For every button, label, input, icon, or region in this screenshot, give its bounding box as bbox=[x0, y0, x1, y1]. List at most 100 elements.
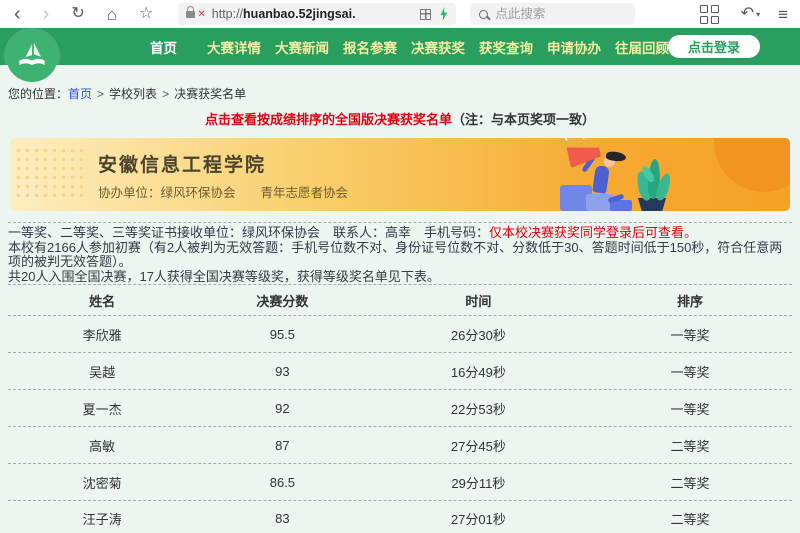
national-ranking-note: （注：与本页奖项一致） bbox=[452, 112, 595, 127]
breadcrumb: 您的位置：首页 > 学校列表 > 决赛获奖名单 bbox=[0, 65, 800, 102]
undo-icon[interactable]: ↶ bbox=[741, 6, 754, 22]
breadcrumb-separator: > bbox=[97, 87, 104, 101]
header-name: 姓名 bbox=[8, 291, 196, 310]
cell-time: 27分01秒 bbox=[369, 509, 589, 528]
school-name-title: 安徽信息工程学院 bbox=[98, 150, 266, 177]
final-stats-text: 共20人入围全国决赛，17人获得全国决赛等级奖，获得等级奖名单见下表。 bbox=[8, 269, 440, 284]
cell-name: 汪子涛 bbox=[8, 509, 196, 528]
table-header-row: 姓名 决赛分数 时间 排序 bbox=[8, 284, 792, 315]
cell-time: 27分45秒 bbox=[369, 436, 589, 455]
nav-item-apply-coorganize[interactable]: 申请协办 bbox=[547, 37, 601, 57]
address-bar[interactable]: ✕ http://huanbao.52jingsai. bbox=[178, 3, 456, 25]
insecure-x-icon: ✕ bbox=[197, 9, 205, 20]
site-nav: 首页 大赛详情 大赛新闻 报名参赛 决赛获奖 获奖查询 申请协办 往届回顾 点击… bbox=[0, 28, 800, 65]
awards-table: 姓名 决赛分数 时间 排序 李欣雅 95.5 26分30秒 一等奖 吴越 93 … bbox=[8, 284, 792, 533]
toolbar-right: ↶ ▾ ≡ bbox=[688, 5, 794, 24]
cell-time: 29分11秒 bbox=[369, 473, 589, 492]
nav-item-contest-details[interactable]: 大赛详情 bbox=[207, 37, 261, 57]
spark-shape bbox=[582, 138, 587, 139]
school-banner: 安徽信息工程学院 协办单位：绿风环保协会 青年志愿者协会 bbox=[10, 138, 790, 211]
cell-name: 吴越 bbox=[8, 362, 196, 381]
table-row: 沈密菊 86.5 29分11秒 二等奖 bbox=[8, 463, 792, 500]
table-row: 高敏 87 27分45秒 二等奖 bbox=[8, 426, 792, 463]
breadcrumb-home-link[interactable]: 首页 bbox=[68, 87, 92, 101]
nav-item-home[interactable]: 首页 bbox=[150, 37, 177, 57]
cell-rank: 二等奖 bbox=[588, 509, 792, 528]
address-bar-actions bbox=[420, 7, 448, 21]
cell-rank: 一等奖 bbox=[588, 362, 792, 381]
header-rank: 排序 bbox=[588, 291, 792, 310]
cell-score: 95.5 bbox=[196, 327, 368, 342]
cell-rank: 二等奖 bbox=[588, 473, 792, 492]
undo-caret-icon[interactable]: ▾ bbox=[756, 10, 760, 19]
header-time: 时间 bbox=[369, 291, 589, 310]
nav-item-contest-news[interactable]: 大赛新闻 bbox=[275, 37, 329, 57]
search-icon bbox=[479, 10, 488, 19]
breadcrumb-label: 您的位置： bbox=[8, 87, 68, 101]
nav-item-award-query[interactable]: 获奖查询 bbox=[479, 37, 533, 57]
cell-name: 沈密菊 bbox=[8, 473, 196, 492]
url-text[interactable]: http://huanbao.52jingsai. bbox=[212, 7, 356, 21]
cell-score: 87 bbox=[196, 438, 368, 453]
nav-item-final-awards[interactable]: 决赛获奖 bbox=[411, 37, 465, 57]
cell-rank: 二等奖 bbox=[588, 436, 792, 455]
search-input[interactable] bbox=[495, 7, 626, 21]
cell-score: 83 bbox=[196, 511, 368, 526]
reload-icon[interactable]: ↻ bbox=[71, 6, 84, 22]
back-icon[interactable]: ‹ bbox=[14, 4, 21, 24]
home-icon[interactable]: ⌂ bbox=[107, 6, 117, 23]
table-row: 汪子涛 83 27分01秒 二等奖 bbox=[8, 500, 792, 533]
cell-rank: 一等奖 bbox=[588, 325, 792, 344]
search-box[interactable] bbox=[470, 3, 635, 25]
cell-name: 夏一杰 bbox=[8, 399, 196, 418]
table-row: 吴越 93 16分49秒 一等奖 bbox=[8, 352, 792, 389]
banner-illustration bbox=[520, 138, 790, 211]
login-button[interactable]: 点击登录 bbox=[668, 35, 760, 58]
apps-grid-icon[interactable] bbox=[700, 5, 719, 24]
cell-time: 22分53秒 bbox=[369, 399, 589, 418]
table-row: 李欣雅 95.5 26分30秒 一等奖 bbox=[8, 315, 792, 352]
megaphone-icon bbox=[566, 138, 602, 168]
dots-pattern bbox=[14, 146, 86, 203]
url-scheme: http:// bbox=[212, 7, 243, 21]
nav-items: 首页 大赛详情 大赛新闻 报名参赛 决赛获奖 获奖查询 申请协办 往届回顾 bbox=[150, 37, 669, 57]
spark-shape bbox=[562, 138, 568, 141]
cell-name: 高敏 bbox=[8, 436, 196, 455]
cell-time: 16分49秒 bbox=[369, 362, 589, 381]
national-ranking-notice: 点击查看按成绩排序的全国版决赛获奖名单（注：与本页奖项一致） bbox=[0, 109, 800, 128]
plant-pot-shape bbox=[636, 198, 668, 211]
national-ranking-link[interactable]: 点击查看按成绩排序的全国版决赛获奖名单 bbox=[205, 112, 452, 127]
forward-icon[interactable]: › bbox=[43, 4, 50, 24]
bookmark-star-icon[interactable]: ☆ bbox=[139, 6, 153, 22]
nav-item-past-editions[interactable]: 往届回顾 bbox=[615, 37, 669, 57]
table-row: 夏一杰 92 22分53秒 一等奖 bbox=[8, 389, 792, 426]
breadcrumb-current: 决赛获奖名单 bbox=[174, 87, 246, 101]
cell-score: 92 bbox=[196, 401, 368, 416]
cell-score: 93 bbox=[196, 364, 368, 379]
page-content: 您的位置：首页 > 学校列表 > 决赛获奖名单 点击查看按成绩排序的全国版决赛获奖名单（… bbox=[0, 65, 800, 533]
logo-emblem-icon bbox=[14, 38, 50, 74]
nav-item-register[interactable]: 报名参赛 bbox=[343, 37, 397, 57]
breadcrumb-separator: > bbox=[162, 87, 169, 101]
cell-name: 李欣雅 bbox=[8, 325, 196, 344]
certificate-receiver-text: 一等奖、二等奖、三等奖证书接收单位：绿风环保协会 联系人：高幸 手机号码： bbox=[8, 225, 489, 240]
sun-shape bbox=[714, 138, 790, 192]
cell-time: 26分30秒 bbox=[369, 325, 589, 344]
lightning-icon[interactable] bbox=[439, 7, 448, 21]
person-figure bbox=[592, 165, 610, 194]
qr-code-icon[interactable] bbox=[420, 9, 431, 20]
cell-rank: 一等奖 bbox=[588, 399, 792, 418]
browser-toolbar: ‹ › ↻ ⌂ ☆ ✕ http://huanbao.52jingsai. ↶ … bbox=[0, 0, 800, 28]
url-host: huanbao.52jingsai. bbox=[243, 7, 356, 21]
cell-score: 86.5 bbox=[196, 475, 368, 490]
co-organizer-subtitle: 协办单位：绿风环保协会 青年志愿者协会 bbox=[98, 182, 348, 201]
breadcrumb-school-list: 学校列表 bbox=[109, 87, 157, 101]
insecure-lock-icon bbox=[186, 11, 195, 18]
preliminary-stats-text: 本校有2166人参加初赛（有2人被判为无效答题：手机号位数不对、身份证号位数不对… bbox=[8, 240, 782, 270]
phone-login-required-text: 仅本校决赛获奖同学登录后可查看。 bbox=[489, 225, 697, 240]
site-logo[interactable] bbox=[6, 30, 58, 82]
menu-icon[interactable]: ≡ bbox=[778, 6, 788, 23]
award-intro-paragraph: 一等奖、二等奖、三等奖证书接收单位：绿风环保协会 联系人：高幸 手机号码：仅本校… bbox=[8, 222, 792, 284]
header-final-score: 决赛分数 bbox=[196, 291, 368, 310]
browser-window: ‹ › ↻ ⌂ ☆ ✕ http://huanbao.52jingsai. ↶ … bbox=[0, 0, 800, 533]
